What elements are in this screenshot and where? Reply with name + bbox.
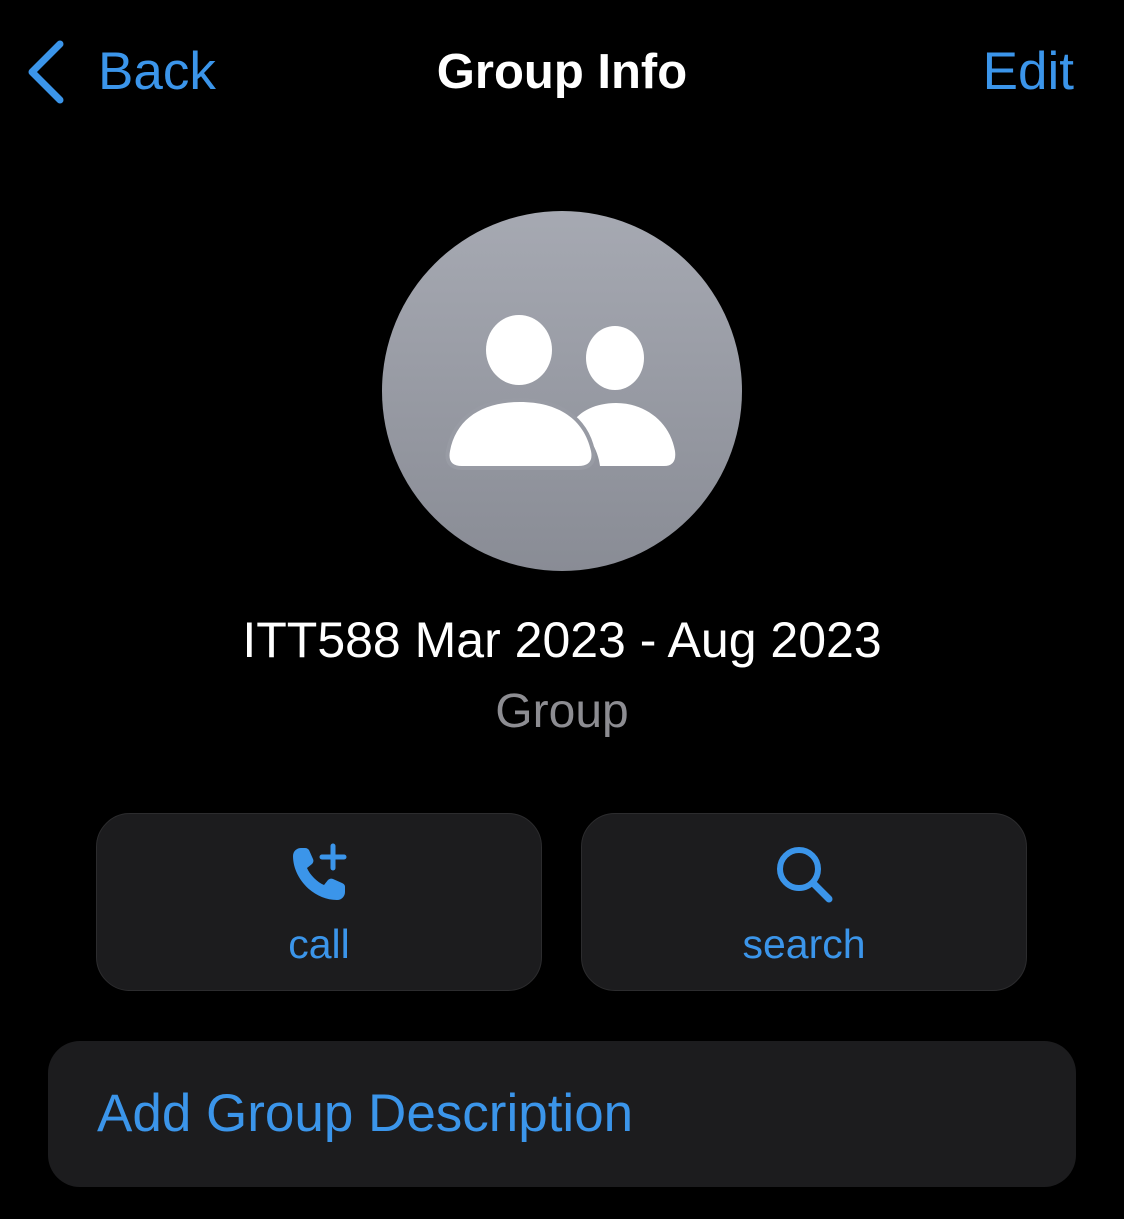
group-type-label: Group: [495, 685, 629, 738]
edit-button[interactable]: Edit: [983, 36, 1074, 108]
add-group-description-button[interactable]: Add Group Description: [48, 1041, 1076, 1187]
group-avatar[interactable]: [382, 211, 742, 571]
magnifier-icon: [777, 847, 833, 903]
search-button[interactable]: search: [581, 813, 1027, 991]
call-label: call: [288, 921, 350, 967]
group-name: ITT588 Mar 2023 - Aug 2023: [242, 612, 882, 668]
page-title: Group Info: [436, 45, 688, 99]
phone-add-icon: [293, 843, 347, 900]
add-group-description-label: Add Group Description: [97, 1084, 634, 1143]
call-button[interactable]: call: [96, 813, 542, 991]
search-label: search: [742, 921, 866, 967]
group-people-icon: [445, 315, 676, 470]
